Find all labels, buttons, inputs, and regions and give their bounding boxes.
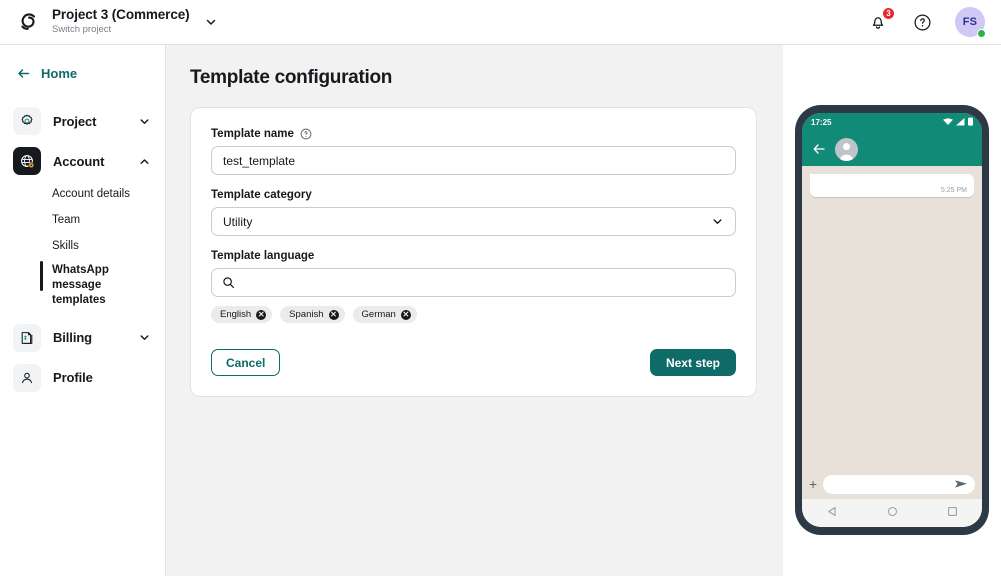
language-chip: Spanish ✕: [280, 306, 345, 323]
brand-swirl-logo-icon: [14, 8, 42, 36]
page-title: Template configuration: [190, 67, 393, 88]
main-content: Template configuration Template name tes…: [166, 45, 783, 576]
close-icon[interactable]: ✕: [328, 309, 339, 320]
recents-square-icon[interactable]: [947, 504, 958, 522]
globe-gear-icon: [13, 147, 41, 175]
project-subtitle: Switch project: [52, 24, 112, 36]
cancel-button[interactable]: Cancel: [211, 349, 281, 376]
back-triangle-icon[interactable]: [827, 504, 838, 522]
language-chip-label: German: [361, 309, 396, 320]
close-icon[interactable]: ✕: [256, 309, 267, 320]
sidebar-item-account[interactable]: Account: [0, 141, 165, 181]
template-language-field: Template language English ✕ Spanish ✕ Ge…: [211, 250, 736, 323]
sidebar-item-profile[interactable]: Profile: [0, 358, 165, 398]
template-language-search[interactable]: [211, 268, 736, 297]
template-category-value: Utility: [223, 214, 253, 229]
template-name-field: Template name test_template: [211, 128, 736, 175]
sidebar-item-account-label: Account: [53, 153, 105, 169]
signal-icon: [956, 117, 965, 128]
chat-message-bubble: 5:25 PM: [810, 174, 974, 197]
person-icon: [13, 363, 41, 392]
battery-icon: [968, 117, 973, 128]
search-icon: [222, 276, 235, 289]
project-switcher-texts: Project 3 (Commerce) Switch project: [52, 7, 190, 36]
language-chip-label: Spanish: [289, 309, 324, 320]
home-circle-icon[interactable]: [887, 504, 898, 522]
sidebar-item-profile-label: Profile: [53, 370, 93, 386]
phone-message-input[interactable]: [823, 474, 975, 494]
language-chip-label: English: [220, 309, 252, 320]
sidebar-item-whatsapp-message-templates-label: WhatsApp message templates: [52, 264, 109, 306]
language-chip: English ✕: [211, 306, 273, 323]
help-button[interactable]: [911, 11, 933, 33]
phone-nav-bar: [802, 499, 982, 527]
sidebar-item-billing-label: Billing: [53, 330, 93, 346]
invoice-icon: [13, 323, 41, 352]
app-root: Project 3 (Commerce) Switch project 3 FS…: [0, 0, 1001, 576]
person-avatar-icon: [835, 137, 858, 161]
sidebar-item-account-details-label: Account details: [52, 188, 130, 200]
sidebar-home-link[interactable]: Home: [0, 61, 165, 85]
sidebar-item-skills[interactable]: Skills: [0, 233, 165, 259]
template-category-select[interactable]: Utility: [211, 207, 736, 236]
body: Home Project Account Account details Tea…: [0, 45, 1001, 576]
template-category-label: Template category: [211, 189, 312, 201]
sidebar-item-project[interactable]: Project: [0, 101, 165, 141]
send-icon[interactable]: [955, 479, 967, 489]
sidebar: Home Project Account Account details Tea…: [0, 45, 166, 576]
sidebar-item-billing[interactable]: Billing: [0, 318, 165, 358]
template-name-label: Template name: [211, 128, 294, 140]
project-title: Project 3 (Commerce): [52, 7, 190, 23]
avatar-status-dot: [977, 29, 986, 38]
notifications-button[interactable]: 3: [867, 7, 895, 33]
sidebar-home-label: Home: [41, 65, 78, 81]
template-name-input[interactable]: test_template: [211, 146, 736, 175]
sidebar-item-account-details[interactable]: Account details: [0, 181, 165, 207]
close-icon[interactable]: ✕: [400, 309, 411, 320]
next-step-button[interactable]: Next step: [649, 349, 736, 376]
template-category-field: Template category Utility: [211, 189, 736, 236]
gear-icon: [13, 107, 41, 135]
arrow-left-icon: [16, 66, 31, 81]
phone-chat-header: [802, 132, 982, 166]
phone-mockup: 17:25 5:25 PM +: [795, 105, 989, 535]
sidebar-item-team-label: Team: [52, 214, 81, 226]
plus-icon[interactable]: +: [809, 477, 817, 491]
wifi-icon: [943, 117, 953, 128]
phone-status-bar: 17:25: [802, 113, 982, 132]
template-name-label-row: Template name: [211, 128, 736, 140]
project-switcher[interactable]: Project 3 (Commerce) Switch project: [52, 8, 218, 35]
status-time: 17:25: [811, 118, 832, 127]
phone-screen: 17:25 5:25 PM +: [802, 113, 982, 527]
sidebar-item-project-label: Project: [53, 113, 97, 129]
chevron-up-icon[interactable]: [138, 155, 151, 168]
sidebar-item-whatsapp-message-templates[interactable]: WhatsApp message templates: [0, 259, 165, 312]
chevron-down-icon[interactable]: [138, 115, 151, 128]
chat-message-time: 5:25 PM: [940, 187, 967, 194]
template-configuration-card: Template name test_template Template cat…: [190, 107, 757, 397]
preview-panel: 17:25 5:25 PM +: [783, 45, 1001, 576]
language-chip: German ✕: [352, 306, 417, 323]
notifications-badge: 3: [882, 7, 895, 20]
top-bar: Project 3 (Commerce) Switch project 3 FS: [0, 0, 1001, 45]
chevron-down-icon[interactable]: [138, 331, 151, 344]
phone-compose-bar: +: [802, 469, 982, 499]
question-circle-icon[interactable]: [300, 128, 312, 140]
chevron-down-icon[interactable]: [204, 15, 218, 29]
sidebar-item-skills-label: Skills: [52, 240, 79, 252]
avatar[interactable]: FS: [955, 7, 986, 38]
template-language-chips: English ✕ Spanish ✕ German ✕: [211, 306, 736, 323]
status-bar-icons: [943, 117, 973, 128]
chevron-down-icon[interactable]: [711, 215, 724, 228]
arrow-left-icon[interactable]: [812, 142, 826, 156]
phone-chat-area: 5:25 PM: [802, 166, 982, 469]
sidebar-subnav-account: Account details Team Skills WhatsApp mes…: [0, 181, 165, 312]
sidebar-item-team[interactable]: Team: [0, 207, 165, 233]
card-actions: Cancel Next step: [211, 349, 736, 376]
top-bar-actions: 3 FS: [867, 7, 986, 38]
template-language-label: Template language: [211, 250, 315, 262]
